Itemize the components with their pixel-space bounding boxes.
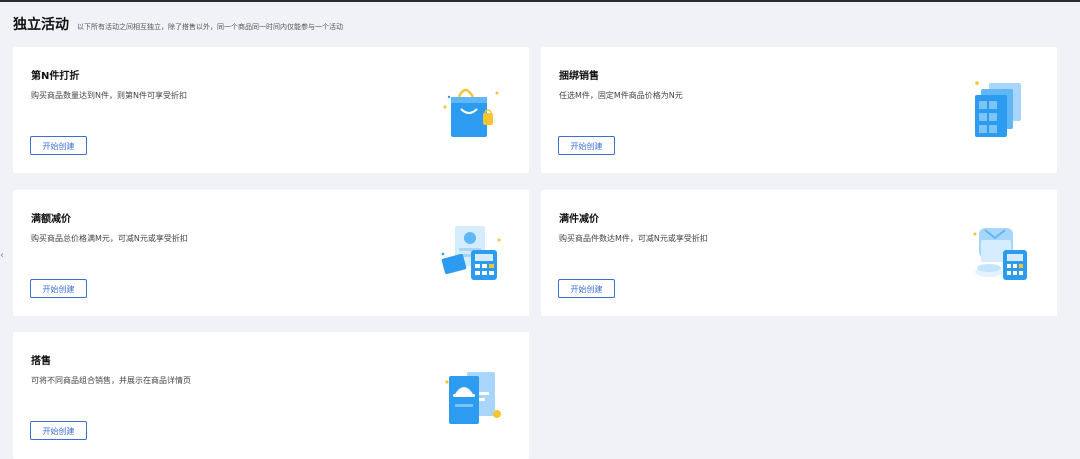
hat-cards-icon xyxy=(445,372,501,424)
start-create-button[interactable]: 开始创建 xyxy=(558,136,615,155)
activity-card-tie-in-sale: 搭售 可将不同商品组合销售，并展示在商品详情页 开始创建 xyxy=(13,332,529,459)
activity-card-quantity-discount: 满件减价 购买商品件数达M件，可减N元或享受折扣 开始创建 xyxy=(541,190,1057,316)
card-description: 任选M件，固定M件商品价格为N元 xyxy=(559,91,683,100)
card-title: 满件减价 xyxy=(559,214,599,225)
card-description: 购买商品总价格满M元，可减N元或享受折扣 xyxy=(31,234,188,243)
start-create-button[interactable]: 开始创建 xyxy=(30,136,87,155)
card-description: 可将不同商品组合销售，并展示在商品详情页 xyxy=(31,376,191,385)
card-title: 搭售 xyxy=(31,356,51,367)
card-description: 购买商品数量达到N件，则第N件可享受折扣 xyxy=(31,91,187,100)
start-create-button[interactable]: 开始创建 xyxy=(30,279,87,298)
section-header: 独立活动 以下所有活动之间相互独立，除了搭售以外，同一个商品同一时间内仅能参与一… xyxy=(13,14,343,38)
stacked-products-icon xyxy=(975,81,1021,137)
calculator-clothes-icon xyxy=(973,228,1027,280)
card-title: 捆绑销售 xyxy=(559,71,599,82)
activity-card-bundle: 捆绑销售 任选M件，固定M件商品价格为N元 开始创建 xyxy=(541,47,1057,173)
activity-card-nth-discount: 第N件打折 购买商品数量达到N件，则第N件可享受折扣 开始创建 xyxy=(13,47,529,173)
page-title: 独立活动 xyxy=(13,17,69,33)
start-create-button[interactable]: 开始创建 xyxy=(558,279,615,298)
shopping-bag-icon xyxy=(443,88,499,137)
page-description: 以下所有活动之间相互独立，除了搭售以外，同一个商品同一时间内仅能参与一个活动 xyxy=(77,23,343,31)
card-description: 购买商品件数达M件，可减N元或享受折扣 xyxy=(559,234,708,243)
activity-card-amount-discount: 满额减价 购买商品总价格满M元，可减N元或享受折扣 开始创建 xyxy=(13,190,529,316)
start-create-button[interactable]: 开始创建 xyxy=(30,421,87,440)
top-border xyxy=(0,0,1080,2)
card-title: 满额减价 xyxy=(31,214,71,225)
calculator-receipt-icon xyxy=(441,226,501,280)
chevron-left-icon[interactable]: ‹ xyxy=(0,248,6,264)
card-title: 第N件打折 xyxy=(31,71,80,82)
